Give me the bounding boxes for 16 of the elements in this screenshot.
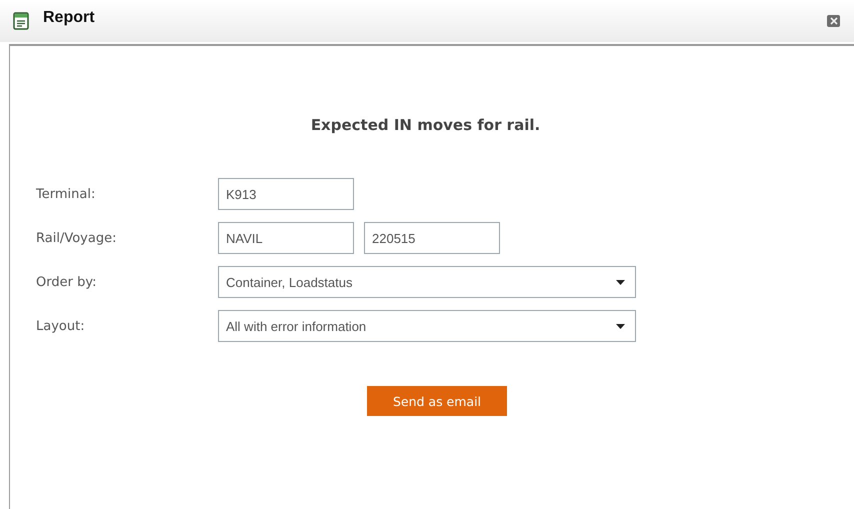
field-label: Layout: bbox=[36, 318, 86, 334]
window-title: Report bbox=[43, 9, 95, 27]
field-label: Rail/Voyage: bbox=[36, 230, 118, 246]
input-field[interactable]: K913 bbox=[218, 178, 354, 210]
dropdown[interactable]: Container, Loadstatus bbox=[218, 266, 636, 298]
field-label: Terminal: bbox=[36, 186, 96, 202]
dropdown[interactable]: All with error information bbox=[218, 310, 636, 342]
caret-icon bbox=[616, 324, 625, 328]
report-heading: Expected IN moves for rail. bbox=[310, 116, 542, 136]
document-icon bbox=[13, 12, 29, 30]
send-email-button[interactable]: Send as email bbox=[367, 386, 507, 416]
input-field[interactable]: NAVIL bbox=[218, 222, 354, 254]
field-label: Order by: bbox=[36, 274, 98, 290]
caret-icon bbox=[616, 280, 625, 284]
close-button[interactable] bbox=[827, 15, 840, 27]
input-field[interactable]: 220515 bbox=[364, 222, 500, 254]
